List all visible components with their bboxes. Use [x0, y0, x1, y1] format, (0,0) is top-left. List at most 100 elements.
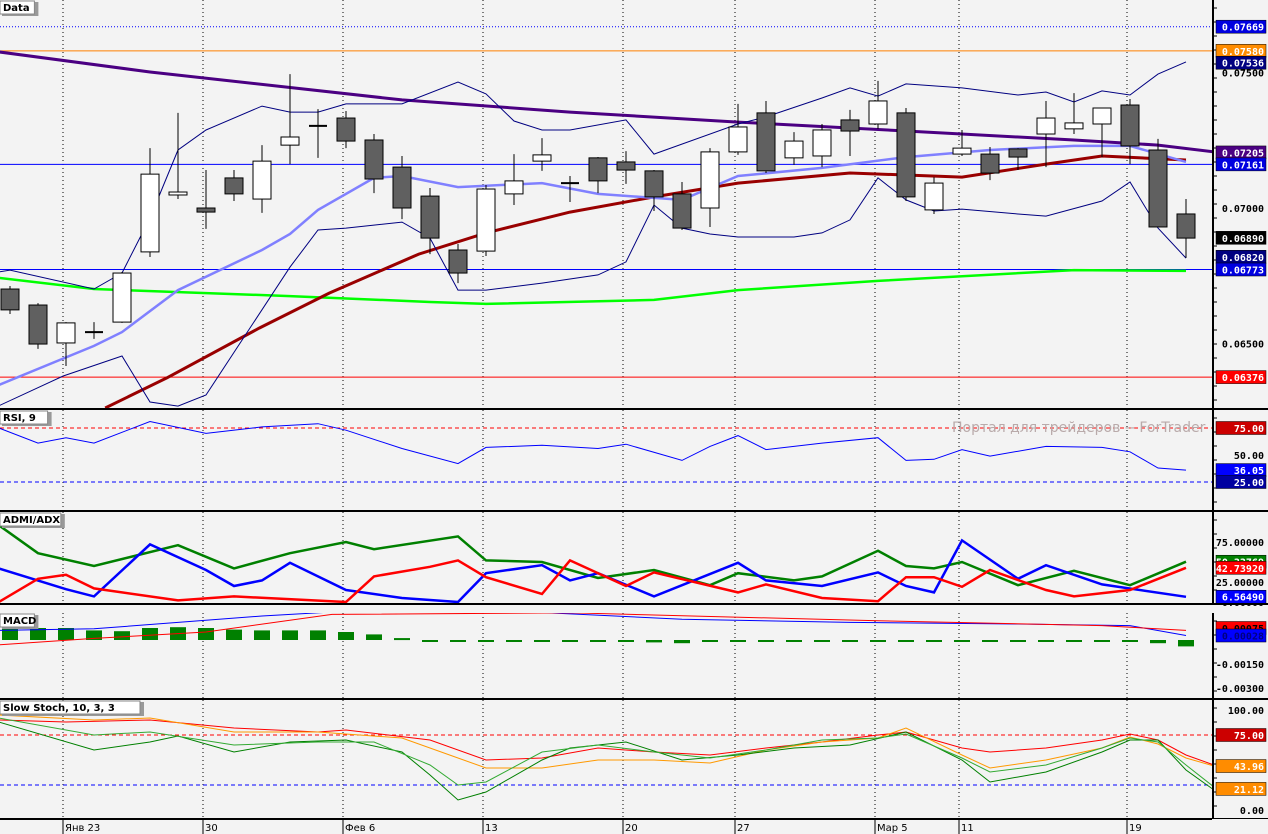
price-tag: 6.56490	[1215, 589, 1267, 604]
axis-tick-label: -0.00300	[1216, 684, 1264, 695]
time-label: 19	[1129, 823, 1142, 834]
candle[interactable]	[448, 244, 468, 284]
macd-histogram-bar	[1178, 640, 1194, 647]
price-tag: 0.06376	[1215, 370, 1267, 384]
macd-histogram-bar	[646, 640, 662, 643]
macd-histogram-bar	[814, 640, 830, 642]
price-tag: 21.12	[1215, 782, 1267, 796]
adx-price-axis[interactable]: 75.0000025.000000.0000050.3376942.739206…	[1212, 512, 1268, 609]
price-tag-label: 75.00	[1234, 424, 1264, 435]
price-tag: 0.06820	[1215, 250, 1267, 264]
candle[interactable]	[588, 157, 608, 194]
axis-tick-label: 100.00	[1228, 706, 1264, 717]
macd-histogram-bar	[450, 640, 466, 642]
time-label: Фев 6	[345, 823, 375, 834]
price-tag-label: 21.12	[1234, 785, 1264, 796]
main-panel[interactable]: Data	[0, 0, 1214, 408]
candle-body	[56, 322, 76, 344]
stoch-price-axis[interactable]: 100.00 0.00 75.00 43.96 21.12	[1212, 700, 1268, 818]
stoch-red-line	[0, 719, 1212, 765]
candle-body	[784, 140, 804, 159]
candle[interactable]	[224, 170, 244, 201]
candle[interactable]	[924, 177, 944, 214]
candle[interactable]	[252, 145, 272, 213]
panel-title: Data	[3, 3, 30, 14]
candle[interactable]	[532, 138, 552, 171]
candle[interactable]	[756, 100, 776, 174]
candle[interactable]	[1148, 138, 1168, 228]
candle[interactable]	[616, 151, 636, 184]
adx-panel[interactable]: ADMI/ADX	[0, 512, 1187, 603]
candle[interactable]	[1092, 107, 1112, 158]
price-tag: 0.07536	[1215, 55, 1267, 70]
macd-histogram-bar	[394, 638, 410, 641]
candle-body	[1148, 149, 1168, 228]
macd-histogram-bar	[786, 640, 802, 642]
price-tag: 25.00	[1215, 475, 1267, 489]
candle[interactable]	[28, 303, 48, 349]
candle[interactable]	[364, 134, 384, 194]
macd-panel[interactable]: MACD	[0, 611, 1194, 698]
candle[interactable]	[700, 148, 720, 227]
candle[interactable]	[85, 322, 103, 339]
candle-body	[364, 139, 384, 180]
macd-histogram-bar	[702, 640, 718, 642]
candle-body	[644, 170, 664, 198]
candle-body	[980, 153, 1000, 174]
stoch-lightgreen-line	[0, 717, 1212, 787]
time-label: Мар 5	[877, 823, 908, 834]
candle[interactable]	[672, 181, 692, 230]
candle[interactable]	[644, 170, 664, 211]
stoch-panel[interactable]: Slow Stoch, 10, 3, 3	[0, 700, 1214, 818]
candle-body	[532, 154, 552, 162]
candle-body	[672, 193, 692, 229]
candle[interactable]	[1176, 199, 1196, 258]
adx-plot	[0, 512, 1187, 603]
candle[interactable]	[0, 286, 20, 314]
macd-histogram-bar	[1010, 640, 1026, 642]
candle-body	[1092, 107, 1112, 125]
price-tag-label: 0.07669	[1222, 23, 1264, 34]
candle[interactable]	[1120, 99, 1140, 165]
time-label: 30	[205, 823, 218, 834]
rsi-price-axis[interactable]: 50.00 75.00 36.0525.00	[1212, 410, 1268, 510]
candle[interactable]	[336, 110, 356, 149]
macd-plot	[0, 613, 1194, 698]
price-tag-label: 0.00028	[1222, 632, 1264, 643]
candle[interactable]	[112, 271, 132, 323]
macd-histogram-bar	[478, 640, 494, 642]
candle-body	[952, 147, 972, 155]
price-tag: 0.00028	[1215, 628, 1267, 643]
candle[interactable]	[420, 187, 440, 255]
candle-body	[868, 100, 888, 125]
candle[interactable]	[196, 170, 216, 229]
candle[interactable]	[812, 123, 832, 168]
candle[interactable]	[840, 109, 860, 156]
macd-histogram-bar	[590, 640, 606, 642]
candle[interactable]	[476, 184, 496, 256]
macd-price-axis[interactable]: -0.00150-0.003000.000750.00028	[1212, 613, 1268, 698]
candle[interactable]	[504, 154, 524, 206]
price-tag: 0.07669	[1215, 19, 1267, 34]
macd-histogram-bar	[1038, 640, 1054, 642]
stoch-plot	[0, 700, 1212, 818]
candle-body	[336, 117, 356, 142]
time-axis[interactable]: Янв 23 30 Фев 6 13 20 27 Мар 5 11 19	[0, 818, 1268, 834]
candle[interactable]	[784, 132, 804, 165]
stoch-green-line	[0, 721, 1212, 801]
candle[interactable]	[1036, 100, 1056, 168]
candle[interactable]	[168, 112, 188, 200]
candle[interactable]	[392, 155, 412, 220]
candle-body	[1120, 104, 1140, 147]
candle[interactable]	[868, 80, 888, 129]
candle[interactable]	[896, 108, 916, 201]
candle[interactable]	[728, 103, 748, 155]
axis-tick-label: 75.00000	[1216, 538, 1264, 549]
candle-body	[588, 157, 608, 182]
candle[interactable]	[309, 109, 327, 158]
candle-body	[1008, 148, 1028, 158]
trading-chart[interactable]: Data 0.075000.070000.065000.076690.075800…	[0, 0, 1268, 834]
time-label: 20	[625, 823, 638, 834]
main-price-axis[interactable]: 0.07500 0.07000 0.06500 0.07669 0.075800.075…	[1212, 0, 1268, 408]
macd-histogram-bar	[674, 640, 690, 644]
